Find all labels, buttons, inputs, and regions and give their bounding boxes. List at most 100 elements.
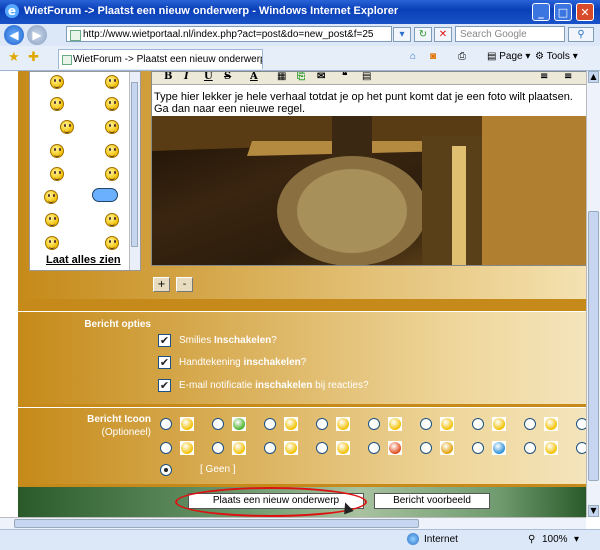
icon-radio[interactable] bbox=[420, 418, 432, 430]
dropdown-arrow-icon[interactable]: ▾ bbox=[393, 27, 411, 42]
email-notify-checkbox[interactable]: ✔ bbox=[158, 379, 171, 392]
icon-radio[interactable] bbox=[472, 418, 484, 430]
home-icon[interactable]: ⌂ bbox=[410, 51, 416, 62]
align-left-icon[interactable]: ≡ bbox=[540, 72, 548, 82]
view-all-smilies-link[interactable]: Laat alles zien bbox=[46, 254, 121, 266]
zoom-level[interactable]: 100% bbox=[542, 534, 568, 545]
strike-button[interactable]: S bbox=[224, 72, 231, 82]
back-button[interactable]: ◀ bbox=[4, 25, 24, 45]
zoom-icon[interactable]: ⚲ bbox=[528, 534, 535, 545]
icon-radio[interactable] bbox=[316, 418, 328, 430]
icon-radio[interactable] bbox=[368, 442, 380, 454]
smiley-icon[interactable] bbox=[105, 97, 119, 111]
forward-button[interactable]: ▶ bbox=[27, 25, 47, 45]
page-icon bbox=[70, 30, 81, 41]
wink-icon bbox=[284, 417, 298, 431]
stop-icon[interactable]: ✕ bbox=[434, 27, 452, 42]
preview-post-button[interactable]: Bericht voorbeeld bbox=[374, 493, 490, 509]
email-icon[interactable]: ✉ bbox=[317, 72, 325, 82]
page-horizontal-scrollbar[interactable] bbox=[0, 517, 586, 529]
post-editor[interactable]: B I U S A ▦ ⎘ ✉ ❝ ▤ ≡ ≡ Type hier lekker… bbox=[151, 71, 586, 266]
smiley-icon[interactable] bbox=[105, 144, 119, 158]
refresh-icon[interactable]: ↻ bbox=[414, 27, 432, 42]
icon-radio[interactable] bbox=[316, 442, 328, 454]
smilies-scrollbar[interactable] bbox=[129, 72, 140, 270]
icon-radio[interactable] bbox=[524, 418, 536, 430]
icon-radio[interactable] bbox=[472, 442, 484, 454]
editor-text-line2: Ga dan naar een nieuwe regel. bbox=[154, 103, 306, 115]
icon-radio[interactable] bbox=[576, 418, 586, 430]
post-options: Bericht opties ✔ Smilies Inschakelen? ✔ … bbox=[18, 311, 586, 404]
smiley-icon[interactable] bbox=[60, 120, 74, 134]
italic-button[interactable]: I bbox=[184, 72, 189, 82]
align-right-icon[interactable]: ≡ bbox=[564, 72, 572, 82]
page-menu[interactable]: ▤ Page ▾ bbox=[487, 51, 530, 62]
icon-radio[interactable] bbox=[212, 418, 224, 430]
icon-none-label: [ Geen ] bbox=[200, 464, 236, 475]
feeds-icon[interactable]: ◙ bbox=[430, 51, 436, 62]
icon-radio[interactable] bbox=[368, 418, 380, 430]
signature-checkbox[interactable]: ✔ bbox=[158, 356, 171, 369]
gear-icon: ⚙ bbox=[535, 51, 547, 62]
print-icon[interactable]: ⎙ bbox=[458, 51, 466, 62]
zoom-dropdown-icon[interactable]: ▾ bbox=[574, 534, 579, 545]
underline-button[interactable]: U bbox=[204, 72, 213, 82]
editor-enlarge-button[interactable]: + bbox=[153, 277, 170, 292]
bold-button[interactable]: B bbox=[164, 72, 172, 82]
smiley-icon[interactable] bbox=[50, 144, 64, 158]
cool-sign-icon[interactable] bbox=[92, 188, 118, 202]
icon-none-radio[interactable] bbox=[160, 464, 172, 476]
smiley-icon[interactable] bbox=[50, 97, 64, 111]
smiley-icon[interactable] bbox=[105, 120, 119, 134]
tab-current[interactable]: WietForum -> Plaatst een nieuw onderwerp bbox=[58, 49, 263, 69]
icon-radio[interactable] bbox=[576, 442, 586, 454]
smiley-icon[interactable] bbox=[105, 167, 119, 181]
smiley-icon[interactable] bbox=[50, 75, 64, 89]
page-vertical-scrollbar[interactable]: ▲ ▼ bbox=[586, 71, 600, 517]
status-bar: Internet ⚲ 100% ▾ bbox=[0, 529, 600, 550]
smiley-icon[interactable] bbox=[44, 190, 58, 204]
icon-radio[interactable] bbox=[160, 442, 172, 454]
favorites-star-icon[interactable]: ★ bbox=[8, 49, 20, 65]
icon-radio[interactable] bbox=[420, 442, 432, 454]
tools-menu[interactable]: ⚙ Tools ▾ bbox=[535, 51, 578, 62]
smiley-icon[interactable] bbox=[50, 167, 64, 181]
image-icon[interactable]: ▦ bbox=[277, 72, 286, 82]
smiley-icon[interactable] bbox=[105, 236, 119, 250]
smiley-icon[interactable] bbox=[105, 75, 119, 89]
icon-radio[interactable] bbox=[264, 418, 276, 430]
vertical-scroll-thumb[interactable] bbox=[588, 211, 599, 481]
maximize-button[interactable]: □ bbox=[554, 3, 572, 21]
close-button[interactable]: ✕ bbox=[576, 3, 594, 21]
smilies-scroll-thumb[interactable] bbox=[131, 82, 138, 247]
question-icon bbox=[284, 441, 298, 455]
editor-shrink-button[interactable]: - bbox=[176, 277, 193, 292]
ok-icon bbox=[492, 441, 506, 455]
editor-text: Type hier lekker je hele verhaal totdat … bbox=[154, 91, 573, 115]
code-icon[interactable]: ▤ bbox=[362, 72, 371, 82]
link-icon[interactable]: ⎘ bbox=[297, 72, 305, 82]
shades-icon bbox=[232, 441, 246, 455]
minimize-button[interactable]: _ bbox=[532, 3, 550, 21]
font-color-button[interactable]: A bbox=[250, 72, 258, 82]
smiley-icon[interactable] bbox=[105, 213, 119, 227]
icon-radio[interactable] bbox=[264, 442, 276, 454]
url-field[interactable]: http://www.wietportaal.nl/index.php?act=… bbox=[66, 26, 392, 42]
smile-icon bbox=[180, 417, 194, 431]
embedded-photo bbox=[152, 116, 586, 265]
icon-radio[interactable] bbox=[160, 418, 172, 430]
quote-icon[interactable]: ❝ bbox=[342, 72, 347, 82]
icon-radio[interactable] bbox=[212, 442, 224, 454]
smilies-checkbox[interactable]: ✔ bbox=[158, 334, 171, 347]
scroll-down-icon[interactable]: ▼ bbox=[588, 505, 599, 517]
smiley-icon[interactable] bbox=[45, 213, 59, 227]
icon-radio[interactable] bbox=[524, 442, 536, 454]
search-input[interactable]: Search Google bbox=[455, 26, 565, 42]
add-favorite-icon[interactable]: ✚ bbox=[28, 49, 39, 65]
scroll-up-icon[interactable]: ▲ bbox=[588, 71, 599, 83]
editor-toolbar: B I U S A ▦ ⎘ ✉ ❝ ▤ ≡ ≡ bbox=[152, 72, 586, 85]
search-icon[interactable]: ⚲ bbox=[568, 27, 594, 42]
smiley-icon[interactable] bbox=[45, 236, 59, 250]
page-menu-icon: ▤ bbox=[487, 51, 500, 62]
horizontal-scroll-thumb[interactable] bbox=[14, 519, 419, 528]
